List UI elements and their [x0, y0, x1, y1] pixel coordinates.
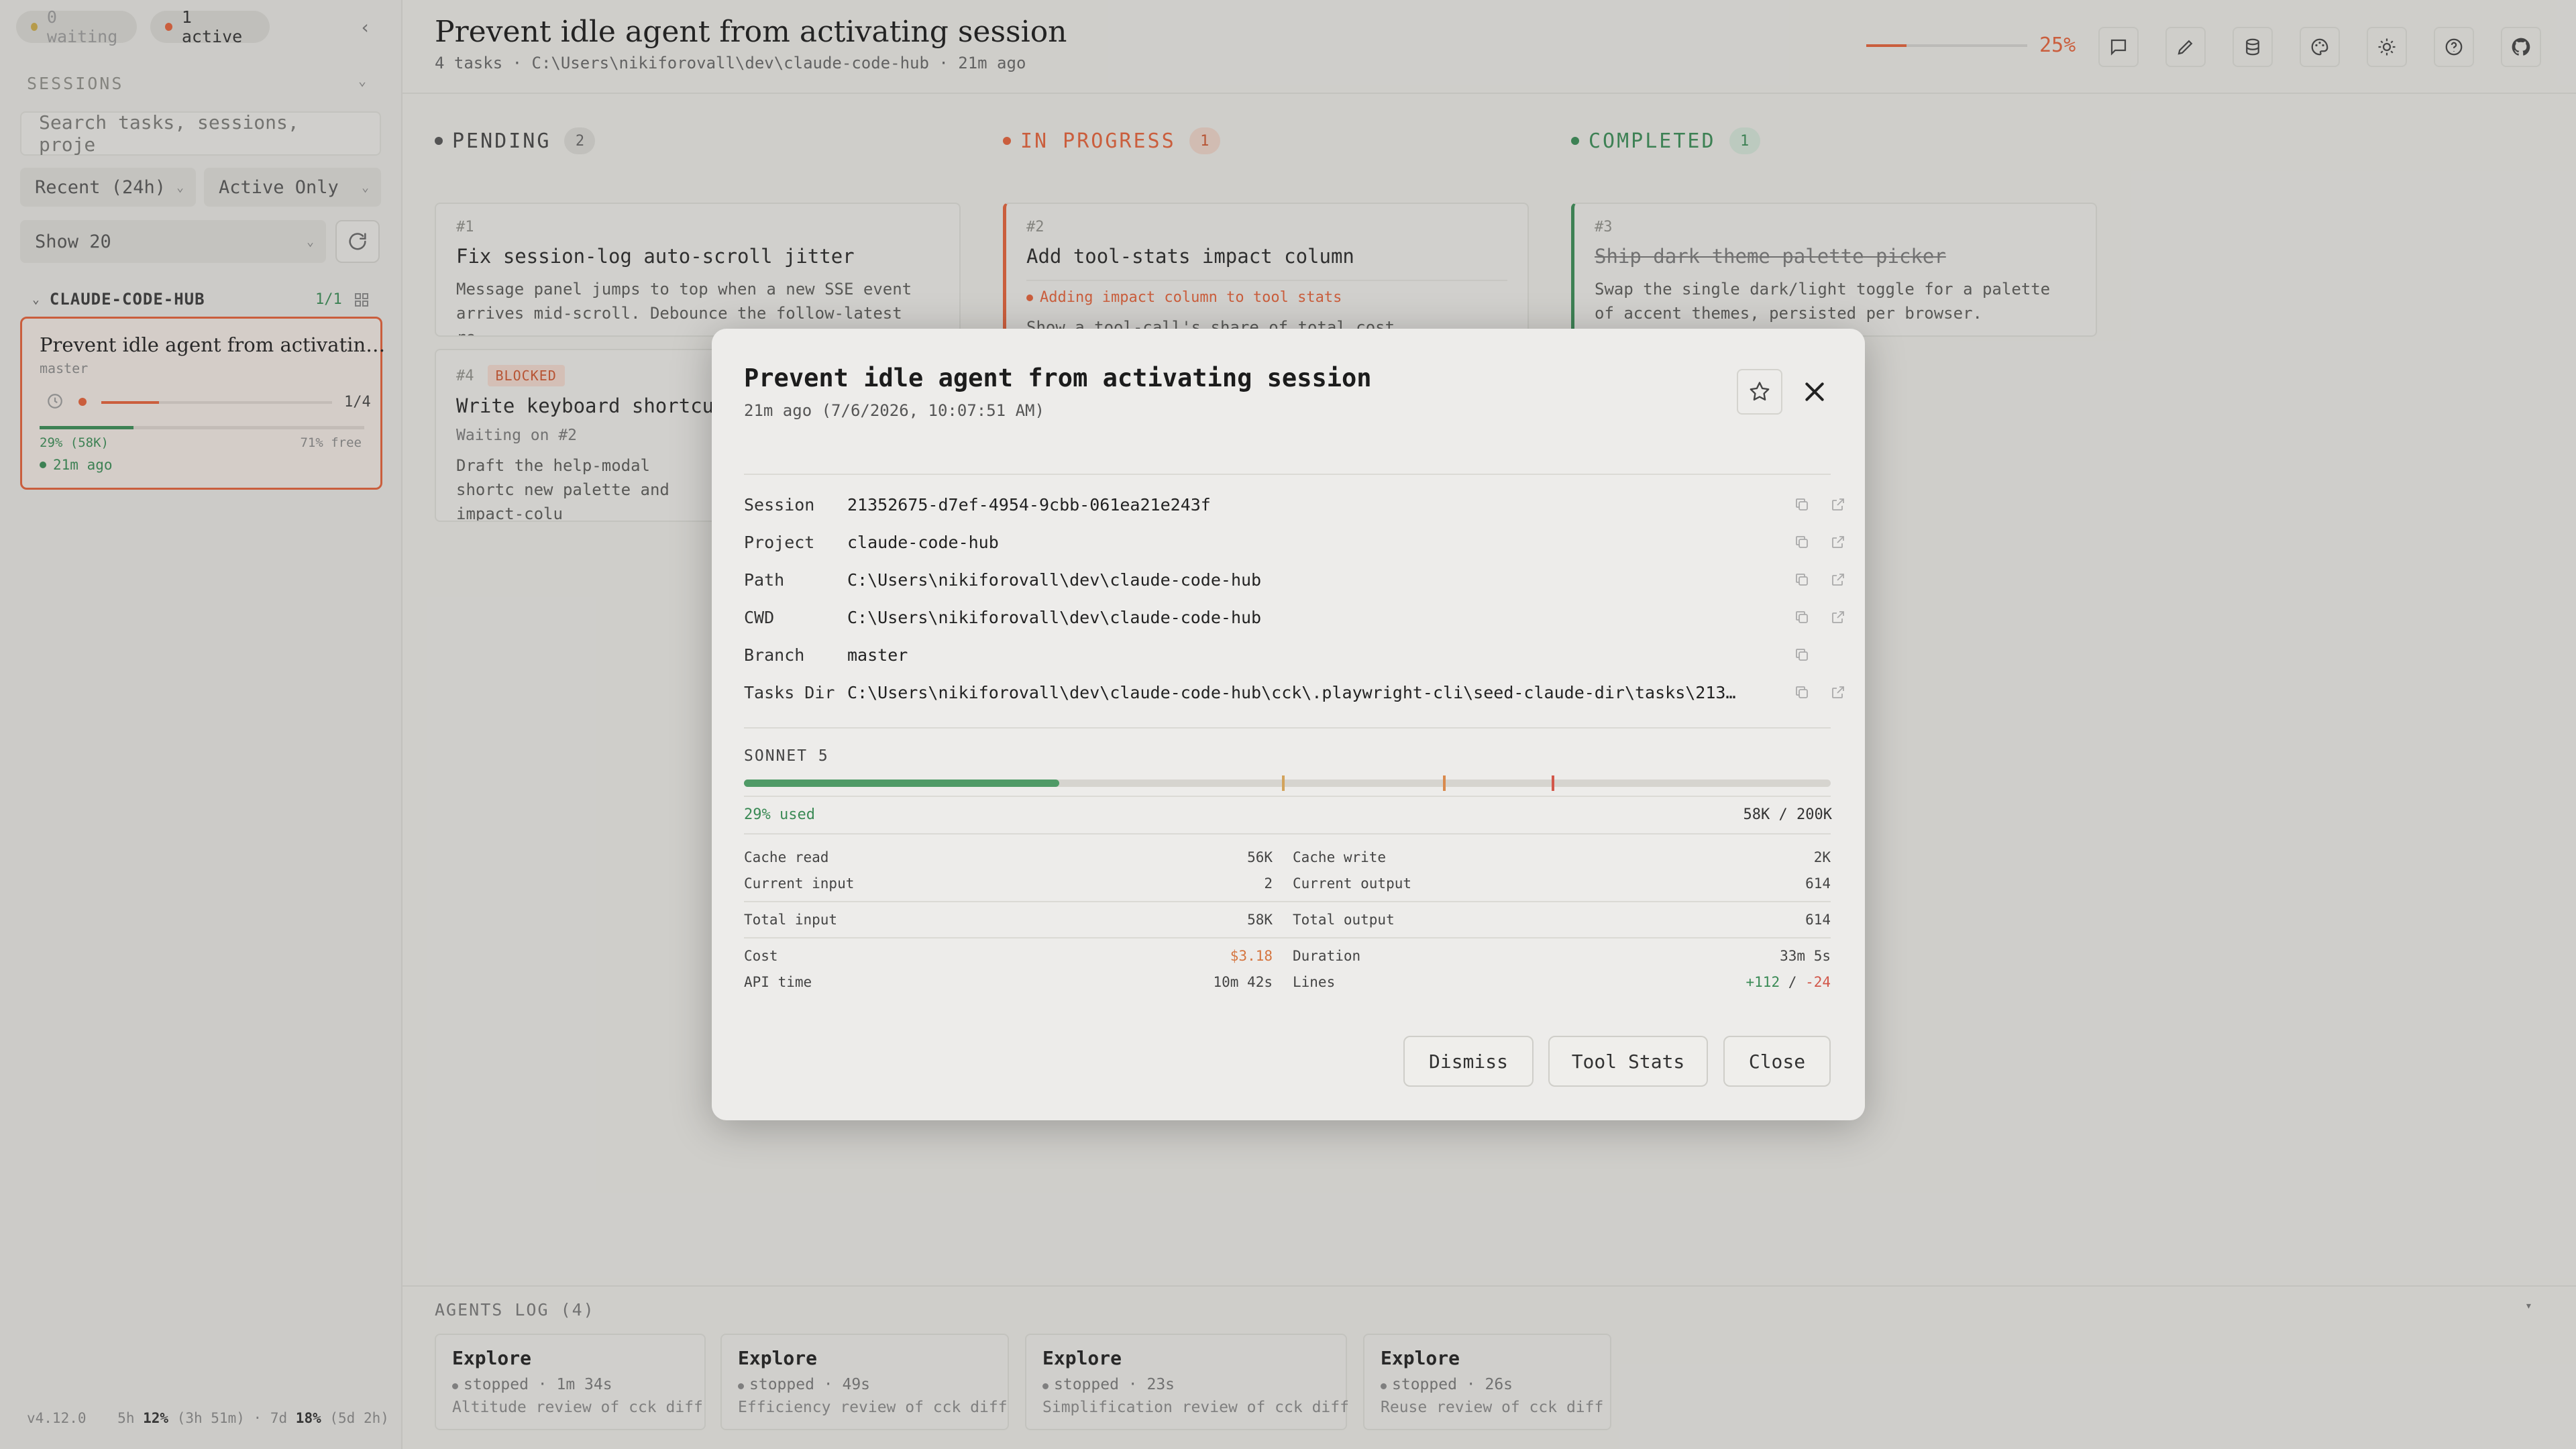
modal-divider	[744, 474, 1831, 475]
stat-label: Lines	[1293, 974, 1336, 990]
tool-stats-button[interactable]: Tool Stats	[1548, 1036, 1708, 1087]
close-modal-button[interactable]	[1796, 373, 1833, 411]
info-row-branch: Branch master	[744, 636, 1831, 674]
modal-divider	[744, 833, 1831, 835]
close-icon	[1805, 382, 1824, 401]
copy-icon[interactable]	[1790, 493, 1813, 516]
stat-cache-write: Cache write 2K	[1293, 849, 1831, 865]
stat-cache-read: Cache read 56K	[744, 849, 1273, 865]
row-value: C:\Users\nikiforovall\dev\claude-code-hu…	[847, 570, 1262, 590]
stat-api-time: API time 10m 42s	[744, 974, 1273, 990]
info-row-project: Project claude-code-hub	[744, 523, 1844, 561]
info-row-tasks-dir: Tasks Dir C:\Users\nikiforovall\dev\clau…	[744, 674, 1844, 711]
stat-value: 33m 5s	[1780, 948, 1831, 964]
open-external-icon[interactable]	[1827, 493, 1849, 516]
context-tokens-label: 58K / 200K	[1743, 806, 1832, 823]
row-value: C:\Users\nikiforovall\dev\claude-code-hu…	[847, 607, 1262, 627]
modal-divider	[744, 796, 1831, 797]
stat-label: Total input	[744, 912, 838, 928]
stat-label: Current output	[1293, 875, 1412, 892]
stat-value: 2	[1264, 875, 1273, 892]
stat-label: Cache write	[1293, 849, 1387, 865]
info-row-session: Session 21352675-d7ef-4954-9cbb-061ea21e…	[744, 486, 1844, 523]
row-key: Branch	[744, 645, 805, 665]
modal-divider	[744, 727, 1831, 729]
row-value: C:\Users\nikiforovall\dev\claude-code-hu…	[847, 682, 1739, 702]
stat-cost: Cost $3.18	[744, 948, 1273, 964]
row-key: Session	[744, 494, 815, 515]
modal-divider	[744, 901, 1831, 902]
stat-label: API time	[744, 974, 812, 990]
open-external-icon[interactable]	[1827, 531, 1849, 553]
stat-label: Cost	[744, 948, 778, 964]
open-external-icon[interactable]	[1827, 568, 1849, 591]
open-external-icon[interactable]	[1827, 606, 1849, 629]
star-icon	[1750, 382, 1770, 401]
threshold-marker	[1552, 775, 1554, 791]
stat-value: 614	[1805, 912, 1831, 928]
info-row-path: Path C:\Users\nikiforovall\dev\claude-co…	[744, 561, 1844, 598]
stat-value: $3.18	[1230, 948, 1273, 964]
stat-duration: Duration 33m 5s	[1293, 948, 1831, 964]
stat-label: Cache read	[744, 849, 829, 865]
row-value: claude-code-hub	[847, 532, 999, 552]
copy-icon[interactable]	[1790, 606, 1813, 629]
info-row-cwd: CWD C:\Users\nikiforovall\dev\claude-cod…	[744, 598, 1844, 636]
stat-value: 58K	[1247, 912, 1273, 928]
stat-value: 56K	[1247, 849, 1273, 865]
lines-removed: -24	[1805, 974, 1831, 990]
row-value: master	[847, 645, 908, 665]
dismiss-button[interactable]: Dismiss	[1403, 1036, 1534, 1087]
session-details-modal: Prevent idle agent from activating sessi…	[712, 329, 1865, 1120]
row-key: Tasks Dir	[744, 682, 835, 702]
stat-value: 2K	[1813, 849, 1831, 865]
modal-subtitle: 21m ago (7/6/2026, 10:07:51 AM)	[744, 401, 1044, 420]
copy-icon[interactable]	[1790, 568, 1813, 591]
copy-icon[interactable]	[1790, 531, 1813, 553]
threshold-marker	[1282, 775, 1285, 791]
stat-label: Duration	[1293, 948, 1361, 964]
row-key: Path	[744, 570, 785, 590]
copy-icon[interactable]	[1790, 681, 1813, 704]
modal-divider	[744, 937, 1831, 938]
row-key: Project	[744, 532, 815, 552]
context-usage-track	[744, 775, 1831, 791]
open-external-icon[interactable]	[1827, 681, 1849, 704]
context-usage-fill	[744, 780, 1059, 787]
model-label: SONNET 5	[744, 747, 829, 765]
threshold-marker	[1443, 775, 1446, 791]
stat-current-output: Current output 614	[1293, 875, 1831, 892]
stat-current-input: Current input 2	[744, 875, 1273, 892]
lines-separator: /	[1788, 974, 1797, 990]
favorite-button[interactable]	[1737, 369, 1782, 415]
modal-title: Prevent idle agent from activating sessi…	[744, 364, 1372, 392]
stat-value: 10m 42s	[1213, 974, 1273, 990]
stat-lines: Lines +112 / -24	[1293, 974, 1831, 990]
stat-value: 614	[1805, 875, 1831, 892]
stat-label: Total output	[1293, 912, 1395, 928]
row-key: CWD	[744, 607, 775, 627]
stat-label: Current input	[744, 875, 855, 892]
lines-added: +112	[1746, 974, 1780, 990]
close-button[interactable]: Close	[1723, 1036, 1831, 1087]
context-used-label: 29% used	[744, 806, 815, 823]
stat-total-output: Total output 614	[1293, 912, 1831, 928]
stat-total-input: Total input 58K	[744, 912, 1273, 928]
copy-icon[interactable]	[1790, 643, 1813, 666]
row-value: 21352675-d7ef-4954-9cbb-061ea21e243f	[847, 494, 1211, 515]
